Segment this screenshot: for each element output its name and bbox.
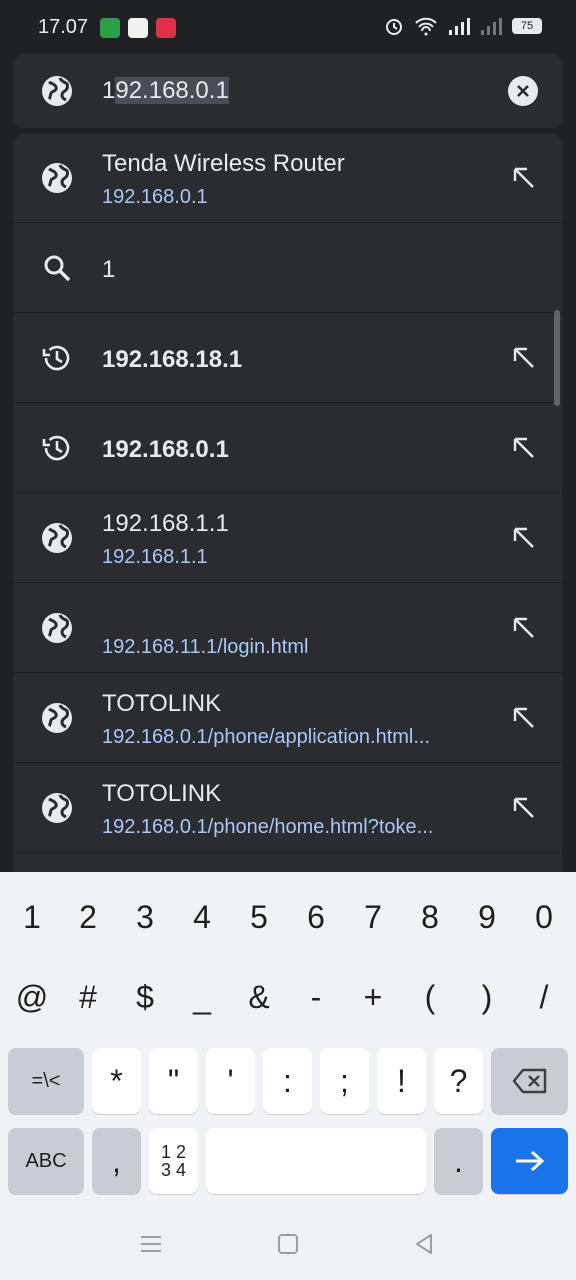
- signal-icon: [481, 18, 502, 35]
- globe-icon: [42, 793, 72, 823]
- key-dollar[interactable]: $: [117, 964, 173, 1030]
- history-icon: [42, 435, 70, 461]
- key-ampersand[interactable]: &: [231, 964, 287, 1030]
- key-9[interactable]: 9: [459, 884, 515, 950]
- fill-into-address-icon[interactable]: [512, 526, 536, 550]
- key-open-paren[interactable]: (: [402, 964, 458, 1030]
- notification-app-icon: [100, 18, 120, 38]
- key-4[interactable]: 4: [174, 884, 230, 950]
- key-double-quote[interactable]: ": [149, 1048, 198, 1114]
- suggestion-title: 192.168.1.1: [102, 510, 229, 537]
- battery-indicator: 75: [512, 18, 542, 34]
- suggestion-item[interactable]: 192.168.0.1: [14, 404, 562, 493]
- abc-key[interactable]: ABC: [8, 1128, 84, 1194]
- suggestion-list: Tenda Wireless Router 192.168.0.1 1 192.…: [14, 134, 562, 872]
- key-at[interactable]: @: [4, 964, 60, 1030]
- globe-icon: [42, 613, 72, 643]
- key-single-quote[interactable]: ': [206, 1048, 255, 1114]
- key-plus[interactable]: +: [345, 964, 401, 1030]
- suggestion-item[interactable]: Tenda Wireless Router 192.168.0.1: [14, 134, 562, 223]
- search-icon: [44, 255, 71, 282]
- suggestion-title: 192.168.18.1: [102, 346, 243, 373]
- suggestion-item[interactable]: 192.168.1.1 192.168.1.1: [14, 494, 562, 583]
- key-underscore[interactable]: _: [174, 964, 230, 1030]
- numpad-toggle-key[interactable]: 1 2 3 4: [149, 1128, 198, 1194]
- key-minus[interactable]: -: [288, 964, 344, 1030]
- inline-autocomplete: 92.168.0.1: [115, 77, 229, 104]
- key-hash[interactable]: #: [60, 964, 116, 1030]
- clear-input-button[interactable]: [508, 76, 538, 106]
- arrow-right-icon: [515, 1150, 544, 1172]
- fill-into-address-icon[interactable]: [512, 706, 536, 730]
- key-comma[interactable]: ,: [92, 1128, 141, 1194]
- status-bar: 17.07 75: [0, 0, 576, 56]
- key-3[interactable]: 3: [117, 884, 173, 950]
- fill-into-address-icon[interactable]: [512, 346, 536, 370]
- status-time: 17.07: [38, 16, 89, 38]
- suggestion-title: TOTOLINK: [102, 780, 222, 807]
- key-5[interactable]: 5: [231, 884, 287, 950]
- suggestion-url: 192.168.1.1: [102, 546, 208, 568]
- history-icon: [42, 345, 70, 371]
- wifi-icon: [415, 17, 437, 36]
- screen-record-icon: [156, 18, 176, 38]
- suggestion-title: 192.168.0.1: [102, 436, 229, 463]
- system-navigation-bar: [0, 1208, 576, 1280]
- key-colon[interactable]: :: [263, 1048, 312, 1114]
- home-icon[interactable]: [277, 1233, 299, 1255]
- key-0[interactable]: 0: [516, 884, 572, 950]
- on-screen-keyboard: 1 2 3 4 5 6 7 8 9 0 @ # $ _ & - + ( ) / …: [0, 872, 576, 1280]
- key-semicolon[interactable]: ;: [320, 1048, 369, 1114]
- fill-into-address-icon[interactable]: [512, 616, 536, 640]
- key-2[interactable]: 2: [60, 884, 116, 950]
- back-icon[interactable]: [413, 1233, 435, 1255]
- suggestion-item[interactable]: TOTOLINK 192.168.0.1/phone/application.h…: [14, 674, 562, 763]
- key-8[interactable]: 8: [402, 884, 458, 950]
- key-question[interactable]: ?: [434, 1048, 483, 1114]
- globe-icon: [42, 76, 72, 106]
- backspace-key[interactable]: [491, 1048, 568, 1114]
- backspace-icon: [512, 1068, 546, 1094]
- close-icon: [517, 85, 529, 97]
- address-input[interactable]: 192.168.0.1: [102, 74, 229, 108]
- symbols-toggle-key[interactable]: =\<: [8, 1048, 84, 1114]
- suggestion-item[interactable]: 1: [14, 224, 562, 313]
- suggestion-url: 192.168.0.1/phone/application.html...: [102, 726, 431, 748]
- suggestion-item[interactable]: TOTOLINK 192.168.0.1/phone/home.html?tok…: [14, 764, 562, 853]
- key-slash[interactable]: /: [516, 964, 572, 1030]
- alarm-icon: [386, 19, 402, 35]
- fill-into-address-icon[interactable]: [512, 436, 536, 460]
- suggestion-item[interactable]: 192.168.18.1: [14, 314, 562, 403]
- key-7[interactable]: 7: [345, 884, 401, 950]
- key-exclamation[interactable]: !: [377, 1048, 426, 1114]
- suggestion-url: 192.168.0.1: [102, 186, 208, 208]
- key-1[interactable]: 1: [4, 884, 60, 950]
- space-key[interactable]: [206, 1128, 426, 1194]
- globe-icon: [42, 523, 72, 553]
- suggestion-url: 192.168.11.1/login.html: [102, 636, 309, 658]
- menu-icon[interactable]: [140, 1234, 162, 1254]
- suggestion-item[interactable]: 192.168.11.1/login.html: [14, 584, 562, 673]
- omnibox[interactable]: 192.168.0.1: [14, 54, 562, 128]
- signal-icon: [449, 18, 470, 35]
- typed-text: 1: [102, 77, 116, 104]
- go-key[interactable]: [491, 1128, 568, 1194]
- globe-icon: [42, 703, 72, 733]
- suggestion-title: 1: [102, 256, 116, 283]
- suggestion-title: TOTOLINK: [102, 690, 222, 717]
- fill-into-address-icon[interactable]: [512, 796, 536, 820]
- key-6[interactable]: 6: [288, 884, 344, 950]
- key-asterisk[interactable]: *: [92, 1048, 141, 1114]
- scrollbar[interactable]: [554, 310, 560, 406]
- fill-into-address-icon[interactable]: [512, 166, 536, 190]
- notification-app-icon: [128, 18, 148, 38]
- globe-icon: [42, 163, 72, 193]
- key-close-paren[interactable]: ): [459, 964, 515, 1030]
- suggestion-url: 192.168.0.1/phone/home.html?toke...: [102, 816, 434, 838]
- suggestion-title: Tenda Wireless Router: [102, 150, 345, 177]
- key-period[interactable]: .: [434, 1128, 483, 1194]
